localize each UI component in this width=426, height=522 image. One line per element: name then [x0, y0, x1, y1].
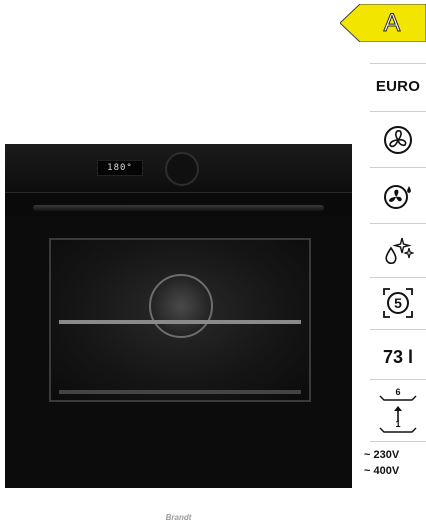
- cooking-levels-5-icon: 5: [383, 288, 413, 318]
- volume-label: 73 l: [382, 347, 414, 367]
- divider: [370, 441, 426, 442]
- divider: [370, 167, 426, 168]
- oven-fan: [149, 274, 213, 338]
- divider: [370, 223, 426, 224]
- divider: [370, 277, 426, 278]
- oven-display: 180°: [97, 160, 143, 176]
- oven-knob: [165, 152, 199, 186]
- shelf-top-number: 6: [395, 387, 401, 397]
- energy-class-badge: A: [339, 3, 426, 43]
- oven-control-panel: 180°: [5, 144, 352, 193]
- shelf-positions-icon: 6 1: [378, 387, 418, 434]
- voltage-230: ~ 230V: [364, 449, 400, 461]
- fan-steam-icon: [384, 185, 411, 209]
- shelf-bottom-number: 1: [395, 419, 401, 429]
- energy-class-label: A: [383, 9, 401, 38]
- divider: [370, 329, 426, 330]
- voltage-400: ~ 400V: [364, 465, 400, 477]
- oven-rack: [59, 390, 301, 394]
- oven-rack: [59, 320, 301, 324]
- steam-clean-icon: [385, 237, 414, 265]
- spec-column: A EURO 5 73 l 6 1 ~ 230V ~ 400V: [339, 0, 426, 488]
- divider: [370, 63, 426, 64]
- standard-label: EURO: [375, 78, 421, 95]
- convection-fan-icon: [384, 126, 412, 154]
- oven-handle: [33, 205, 324, 211]
- oven-door: Brandt: [5, 216, 352, 522]
- cooking-levels-label: 5: [394, 295, 402, 311]
- oven-product-image: 180° Brandt: [5, 144, 352, 522]
- divider: [370, 111, 426, 112]
- oven-window: [49, 238, 311, 402]
- oven-brand-logo: Brandt: [165, 513, 192, 522]
- divider: [370, 379, 426, 380]
